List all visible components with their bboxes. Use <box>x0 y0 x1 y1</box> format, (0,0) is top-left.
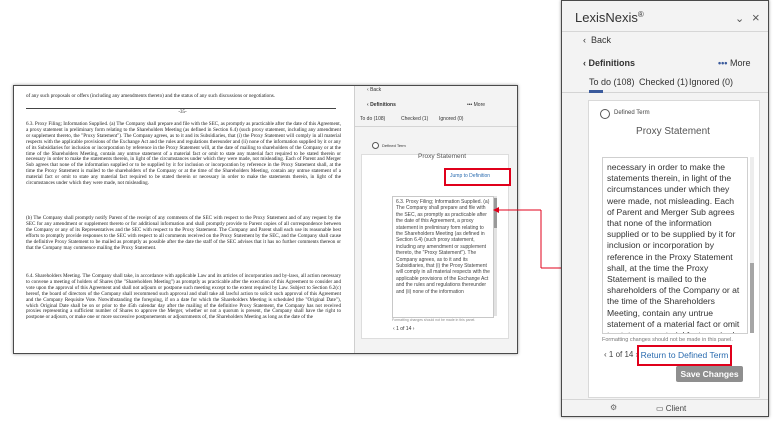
settings-icon[interactable]: ⚙ <box>610 403 617 412</box>
term-title: Proxy Statement <box>636 126 710 137</box>
defined-term-label: Defined Term <box>614 110 650 116</box>
panel-title: ‹ Definitions <box>583 58 636 68</box>
definition-text-editor[interactable]: necessary in order to make the statement… <box>602 157 748 334</box>
more-button[interactable]: ••• More <box>718 58 750 68</box>
client-icon: ▭ <box>656 404 664 413</box>
tab-todo[interactable]: To do (108) <box>589 77 635 87</box>
ellipsis-icon: ••• <box>718 58 728 68</box>
formatting-note: Formatting changes should not be made in… <box>602 337 733 343</box>
tab-checked[interactable]: Checked (1) <box>639 77 688 87</box>
pager[interactable]: ‹ 1 of 14 › <box>604 350 638 359</box>
chevron-down-icon[interactable]: ⌄ <box>735 12 744 25</box>
connector-left-arrowhead <box>493 207 499 213</box>
chevron-left-icon: ‹ <box>583 35 586 45</box>
save-changes-button[interactable]: Save Changes ✎ <box>676 366 743 395</box>
back-button[interactable]: ‹ Back <box>583 35 611 45</box>
definition-text: necessary in order to make the statement… <box>607 162 740 333</box>
select-radio[interactable] <box>600 109 610 119</box>
chevron-left-icon[interactable]: ‹ <box>583 58 586 68</box>
footer-divider <box>562 399 768 400</box>
tab-ignored[interactable]: Ignored (0) <box>689 77 733 87</box>
scrollbar-thumb[interactable] <box>750 263 754 333</box>
return-to-defined-term-button[interactable]: Return to Defined Term <box>637 345 732 366</box>
client-button[interactable]: ▭ Client <box>656 404 686 413</box>
brand-title: LexisNexis® <box>575 10 644 25</box>
header-divider <box>562 31 768 32</box>
pencil-icon: ✎ <box>705 385 714 395</box>
active-tab-indicator <box>589 90 603 93</box>
close-icon[interactable]: × <box>752 10 760 25</box>
